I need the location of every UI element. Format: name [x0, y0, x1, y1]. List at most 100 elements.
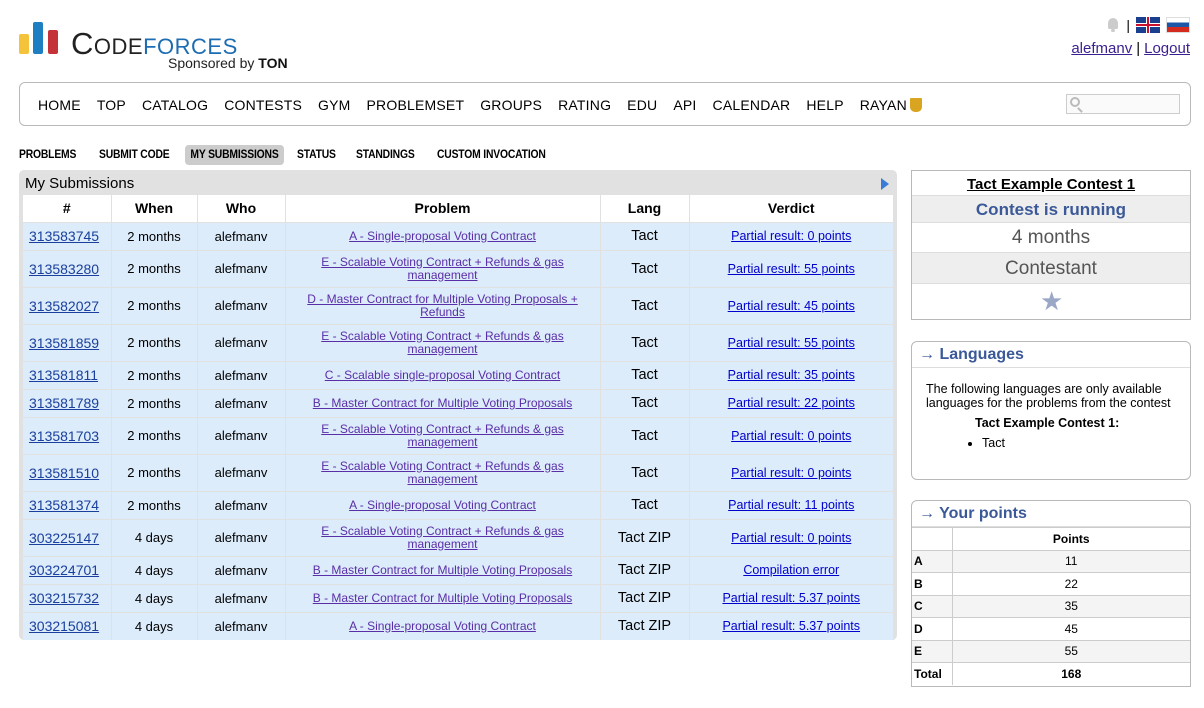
nav-rating[interactable]: RATING — [558, 97, 611, 113]
nav-top[interactable]: TOP — [97, 97, 126, 113]
verdict-link[interactable]: Partial result: 55 points — [728, 336, 855, 350]
problem-link[interactable]: B - Master Contract for Multiple Voting … — [313, 396, 572, 410]
submission-when: 2 months — [111, 453, 198, 491]
problem-link[interactable]: E - Scalable Voting Contract + Refunds &… — [321, 255, 563, 282]
submission-row: 313581374 2 months alefmanv A - Single-prop… — [23, 490, 894, 519]
expand-arrow-icon[interactable] — [881, 178, 889, 190]
verdict-link[interactable]: Partial result: 5.37 points — [722, 619, 860, 633]
user-profile-link[interactable]: alefmanv — [1071, 40, 1132, 57]
verdict-link[interactable]: Partial result: 5.37 points — [722, 591, 860, 605]
submission-id-link[interactable]: 313581510 — [29, 465, 99, 481]
submission-id-link[interactable]: 313583745 — [29, 228, 99, 244]
submission-id-link[interactable]: 313581703 — [29, 428, 99, 444]
verdict-link[interactable]: Partial result: 45 points — [728, 299, 855, 313]
problem-link[interactable]: E - Scalable Voting Contract + Refunds &… — [321, 524, 563, 551]
submission-lang: Tact — [600, 323, 690, 361]
submission-who: alefmanv — [197, 583, 286, 612]
tab-status[interactable]: STATUS — [297, 145, 343, 165]
submission-when: 2 months — [111, 286, 198, 324]
ru-flag-icon[interactable] — [1166, 17, 1190, 33]
col-lang: Lang — [600, 195, 690, 222]
nav-calendar[interactable]: CALENDAR — [713, 97, 791, 113]
problem-link[interactable]: B - Master Contract for Multiple Voting … — [313, 563, 572, 577]
contest-time: 4 months — [912, 223, 1190, 253]
problem-link[interactable]: A - Single-proposal Voting Contract — [349, 229, 536, 243]
verdict-link[interactable]: Partial result: 22 points — [728, 396, 855, 410]
tab-standings[interactable]: STANDINGS — [356, 145, 422, 165]
contest-info-box: Tact Example Contest 1 Contest is runnin… — [911, 170, 1191, 320]
verdict-link[interactable]: Partial result: 0 points — [731, 466, 851, 480]
tab-problems[interactable]: PROBLEMS — [19, 145, 83, 165]
submission-id-link[interactable]: 303215732 — [29, 590, 99, 606]
submission-id-link[interactable]: 313581789 — [29, 395, 99, 411]
submission-who: alefmanv — [197, 453, 286, 491]
contest-name[interactable]: Tact Example Contest 1 — [912, 171, 1190, 196]
submission-id-link[interactable]: 303225147 — [29, 530, 99, 546]
submission-lang: Tact ZIP — [600, 583, 690, 612]
problem-link[interactable]: E - Scalable Voting Contract + Refunds &… — [321, 422, 563, 449]
bell-icon[interactable] — [1106, 17, 1120, 33]
nav-problemset[interactable]: PROBLEMSET — [367, 97, 465, 113]
submission-who: alefmanv — [197, 518, 286, 556]
verdict-link[interactable]: Partial result: 55 points — [728, 262, 855, 276]
nav-help[interactable]: HELP — [806, 97, 843, 113]
submission-lang: Tact — [600, 286, 690, 324]
problem-link[interactable]: A - Single-proposal Voting Contract — [349, 619, 536, 633]
logout-link[interactable]: Logout — [1144, 40, 1190, 57]
submission-id-link[interactable]: 313583280 — [29, 261, 99, 277]
submissions-title: My Submissions — [25, 175, 135, 192]
points-row-label: D — [912, 617, 953, 640]
submission-id-link[interactable]: 313581374 — [29, 497, 99, 513]
nav-edu[interactable]: EDU — [627, 97, 657, 113]
tab-my-submissions[interactable]: MY SUBMISSIONS — [184, 145, 284, 165]
nav-api[interactable]: API — [673, 97, 696, 113]
problem-link[interactable]: E - Scalable Voting Contract + Refunds &… — [321, 459, 563, 486]
problem-link[interactable]: C - Scalable single-proposal Voting Cont… — [325, 368, 560, 382]
submission-id-link[interactable]: 303224701 — [29, 562, 99, 578]
submission-lang: Tact — [600, 453, 690, 491]
star-icon[interactable]: ★ — [1040, 288, 1063, 314]
problem-link[interactable]: D - Master Contract for Multiple Voting … — [307, 292, 577, 319]
submission-id-link[interactable]: 313581859 — [29, 335, 99, 351]
search-icon — [1070, 97, 1080, 107]
submission-who: alefmanv — [197, 249, 286, 287]
search-input[interactable] — [1066, 94, 1180, 114]
verdict-link[interactable]: Partial result: 11 points — [728, 498, 854, 512]
nav-contests[interactable]: CONTESTS — [224, 97, 302, 113]
nav-groups[interactable]: GROUPS — [480, 97, 542, 113]
col-who: Who — [197, 195, 286, 222]
nav-rayan[interactable]: RAYAN — [860, 97, 922, 113]
verdict-link[interactable]: Partial result: 0 points — [731, 429, 851, 443]
submission-who: alefmanv — [197, 490, 286, 519]
col-verdict: Verdict — [689, 195, 894, 222]
sponsor-text: Sponsored by TON — [168, 55, 288, 71]
submission-lang: Tact ZIP — [600, 518, 690, 556]
tab-custom-invocation[interactable]: CUSTOM INVOCATION — [437, 145, 553, 165]
submission-row: 313583280 2 months alefmanv E - Scalable Vo… — [23, 249, 894, 287]
submission-id-link[interactable]: 313582027 — [29, 298, 99, 314]
verdict-link[interactable]: Partial result: 35 points — [728, 368, 855, 382]
contest-role: Contestant — [912, 253, 1190, 284]
verdict-link[interactable]: Partial result: 0 points — [731, 531, 851, 545]
submission-when: 4 days — [111, 518, 198, 556]
submission-lang: Tact — [600, 360, 690, 389]
submission-when: 2 months — [111, 416, 198, 454]
submission-id-link[interactable]: 303215081 — [29, 618, 99, 634]
verdict-link[interactable]: Partial result: 0 points — [731, 229, 851, 243]
tab-submit-code[interactable]: SUBMIT CODE — [99, 145, 177, 165]
problem-link[interactable]: A - Single-proposal Voting Contract — [349, 498, 536, 512]
uk-flag-icon[interactable] — [1136, 17, 1160, 33]
submission-lang: Tact — [600, 490, 690, 519]
points-row-value: 22 — [952, 572, 1190, 595]
nav-catalog[interactable]: CATALOG — [142, 97, 208, 113]
submission-row: 313581510 2 months alefmanv E - Scalable Vo… — [23, 453, 894, 491]
submission-lang: Tact — [600, 249, 690, 287]
verdict-link[interactable]: Compilation error — [743, 563, 839, 577]
problem-link[interactable]: B - Master Contract for Multiple Voting … — [313, 591, 572, 605]
submission-id-link[interactable]: 313581811 — [29, 367, 98, 383]
nav-gym[interactable]: GYM — [318, 97, 351, 113]
submission-when: 4 days — [111, 583, 198, 612]
submission-when: 4 days — [111, 555, 198, 584]
problem-link[interactable]: E - Scalable Voting Contract + Refunds &… — [321, 329, 563, 356]
nav-home[interactable]: HOME — [38, 97, 81, 113]
